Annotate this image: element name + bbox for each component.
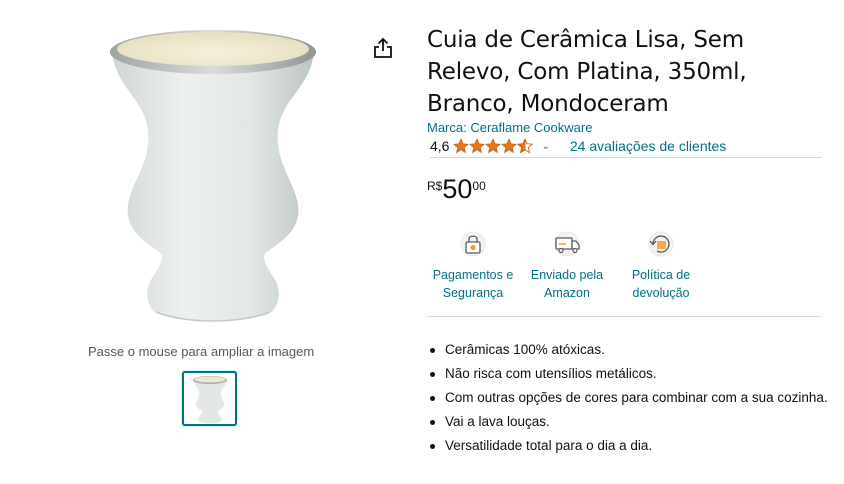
list-item: Vai a lava louças. (428, 412, 828, 432)
cropped-top-text (88, 0, 338, 2)
brand-link[interactable]: Marca: Ceraflame Cookware (427, 120, 592, 135)
feature-label-line1: Política de (631, 268, 691, 282)
list-item: Não risca com utensílios metálicos. (428, 364, 828, 384)
return-policy-icon (648, 231, 674, 257)
section-divider (427, 316, 821, 317)
price-currency: R$ (427, 179, 443, 193)
rating-value: 4,6 (430, 137, 450, 154)
share-icon[interactable] (372, 36, 394, 60)
reviews-link[interactable]: 24 avaliações de clientes (570, 138, 726, 154)
feature-label-line1: Pagamentos e (432, 268, 514, 282)
chevron-down-icon[interactable]: ⌄ (541, 141, 549, 152)
price-whole: 50 (442, 174, 473, 204)
feature-return-policy[interactable]: Política de devolução (611, 228, 711, 302)
list-item: Cerâmicas 100% atóxicas. (428, 340, 828, 360)
feature-label-line2: devolução (632, 286, 690, 300)
list-item: Versatilidade total para o dia a dia. (428, 436, 828, 456)
image-thumbnail[interactable] (182, 371, 237, 426)
feature-label-line2: Amazon (544, 286, 590, 300)
delivery-truck-icon (554, 231, 580, 257)
feature-secure-payment[interactable]: Pagamentos e Segurança (423, 228, 523, 302)
secure-payment-icon (460, 231, 486, 257)
price-fraction: 00 (472, 179, 486, 193)
feature-shipped-by-amazon[interactable]: Enviado pela Amazon (517, 228, 617, 302)
rating-row: 4,6 ⌄ 24 avaliações de clientes (430, 138, 822, 158)
feature-bullet-list: Cerâmicas 100% atóxicas. Não risca com u… (428, 340, 828, 460)
feature-label-line2: Segurança (442, 286, 504, 300)
main-product-image[interactable] (98, 18, 328, 338)
zoom-hint: Passe o mouse para ampliar a imagem (88, 344, 315, 359)
price: R$ 50 00 (427, 174, 486, 204)
product-title: Cuia de Cerâmica Lisa, Sem Relevo, Com P… (427, 27, 747, 117)
feature-icons-row: Pagamentos e Segurança Enviado pela Amaz… (425, 228, 715, 308)
list-item: Com outras opções de cores para combinar… (428, 388, 828, 408)
star-icons (453, 138, 534, 153)
feature-label-line1: Enviado pela (530, 268, 604, 282)
star-rating[interactable] (453, 138, 534, 154)
